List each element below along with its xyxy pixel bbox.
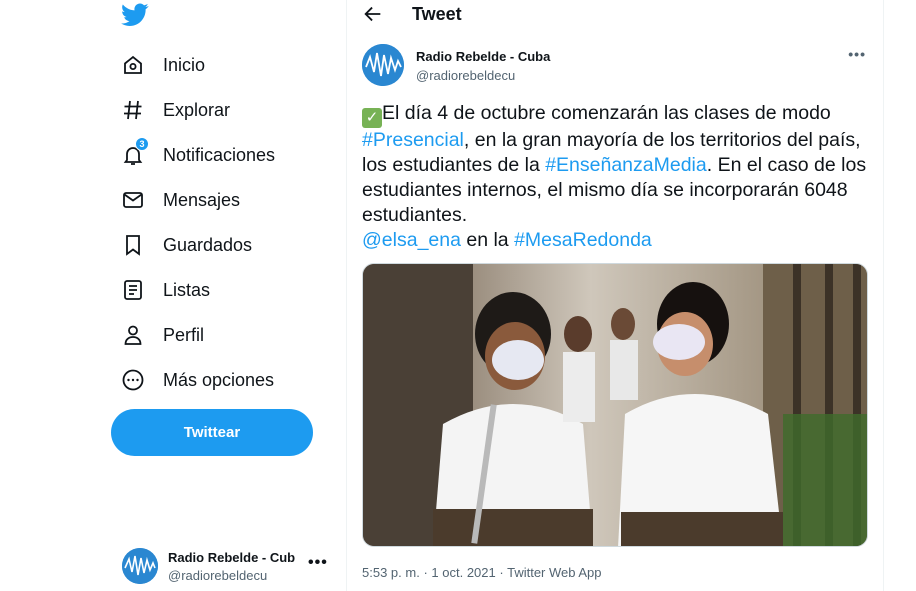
hashtag-icon [120,97,146,123]
sidebar: Inicio Explorar 3 Notificaciones Mensaje… [0,0,345,591]
sidebar-item-label: Explorar [163,99,231,120]
more-dots-icon[interactable]: ••• [848,46,866,62]
person-icon [120,322,146,348]
author-name[interactable]: Radio Rebelde - Cuba [416,49,550,64]
tweet-compose-button[interactable]: Twittear [111,409,313,456]
list-icon [120,277,146,303]
sidebar-item-label: Listas [163,279,211,300]
tweet-date[interactable]: 1 oct. 2021 [431,565,495,580]
bell-icon: 3 [120,137,149,168]
account-info: Radio Rebelde - Cub @radiorebeldecu [168,550,296,583]
sidebar-item-inicio[interactable]: Inicio [120,45,205,85]
twitter-bird-icon[interactable] [121,3,149,27]
sidebar-item-listas[interactable]: Listas [120,270,210,310]
sidebar-item-label: Guardados [163,234,253,255]
bookmark-icon [120,232,146,258]
page-title: Tweet [412,4,462,24]
back-arrow-icon[interactable] [362,3,384,25]
tweet-meta: 5:53 p. m. · 1 oct. 2021 · Twitter Web A… [362,565,602,580]
avatar [122,548,158,584]
hashtag-link[interactable]: #EnseñanzaMedia [545,154,707,176]
author-avatar[interactable] [362,44,404,86]
tweet-source[interactable]: Twitter Web App [507,565,601,580]
sidebar-item-label: Inicio [163,54,206,75]
page-header: Tweet [347,0,883,30]
sidebar-item-label: Más opciones [163,369,275,390]
tweet-author: Radio Rebelde - Cuba @radiorebeldecu ••• [362,44,870,88]
tweet-time[interactable]: 5:53 p. m. [362,565,420,580]
tweet-text-segment: El día 4 de octubre comenzarán las clase… [382,102,831,124]
sidebar-item-mensajes[interactable]: Mensajes [120,180,240,220]
account-switcher[interactable]: Radio Rebelde - Cub @radiorebeldecu ••• [122,546,338,586]
more-circle-icon [120,367,146,393]
hashtag-link[interactable]: #Presencial [362,129,464,151]
sidebar-item-label: Mensajes [163,189,241,210]
sidebar-item-perfil[interactable]: Perfil [120,315,204,355]
sidebar-item-guardados[interactable]: Guardados [120,225,252,265]
sidebar-item-mas-opciones[interactable]: Más opciones [120,360,274,400]
mention-link[interactable]: @elsa_ena [362,229,461,251]
account-name: Radio Rebelde - Cub [168,549,296,565]
sidebar-item-label: Notificaciones [163,144,276,165]
hashtag-link[interactable]: #MesaRedonda [514,229,652,251]
sidebar-item-explorar[interactable]: Explorar [120,90,230,130]
main-column: Tweet Radio Rebelde - Cuba @radiorebelde… [346,0,884,591]
tweet-photo[interactable] [362,263,868,547]
more-dots-icon[interactable]: ••• [308,554,328,572]
envelope-icon [120,187,146,213]
tweet-text: ✓ El día 4 de octubre comenzarán las clas… [362,101,872,253]
home-icon [120,52,146,78]
sidebar-item-notificaciones[interactable]: 3 Notificaciones [120,135,275,175]
sidebar-item-label: Perfil [163,324,205,345]
notification-badge: 3 [135,137,149,151]
check-mark-icon: ✓ [362,108,382,128]
author-handle[interactable]: @radiorebeldecu [416,68,515,83]
account-handle: @radiorebeldecu [168,567,268,583]
meta-separator: · [499,565,504,580]
tweet-text-segment: en la [460,229,515,251]
meta-separator: · [423,565,428,580]
